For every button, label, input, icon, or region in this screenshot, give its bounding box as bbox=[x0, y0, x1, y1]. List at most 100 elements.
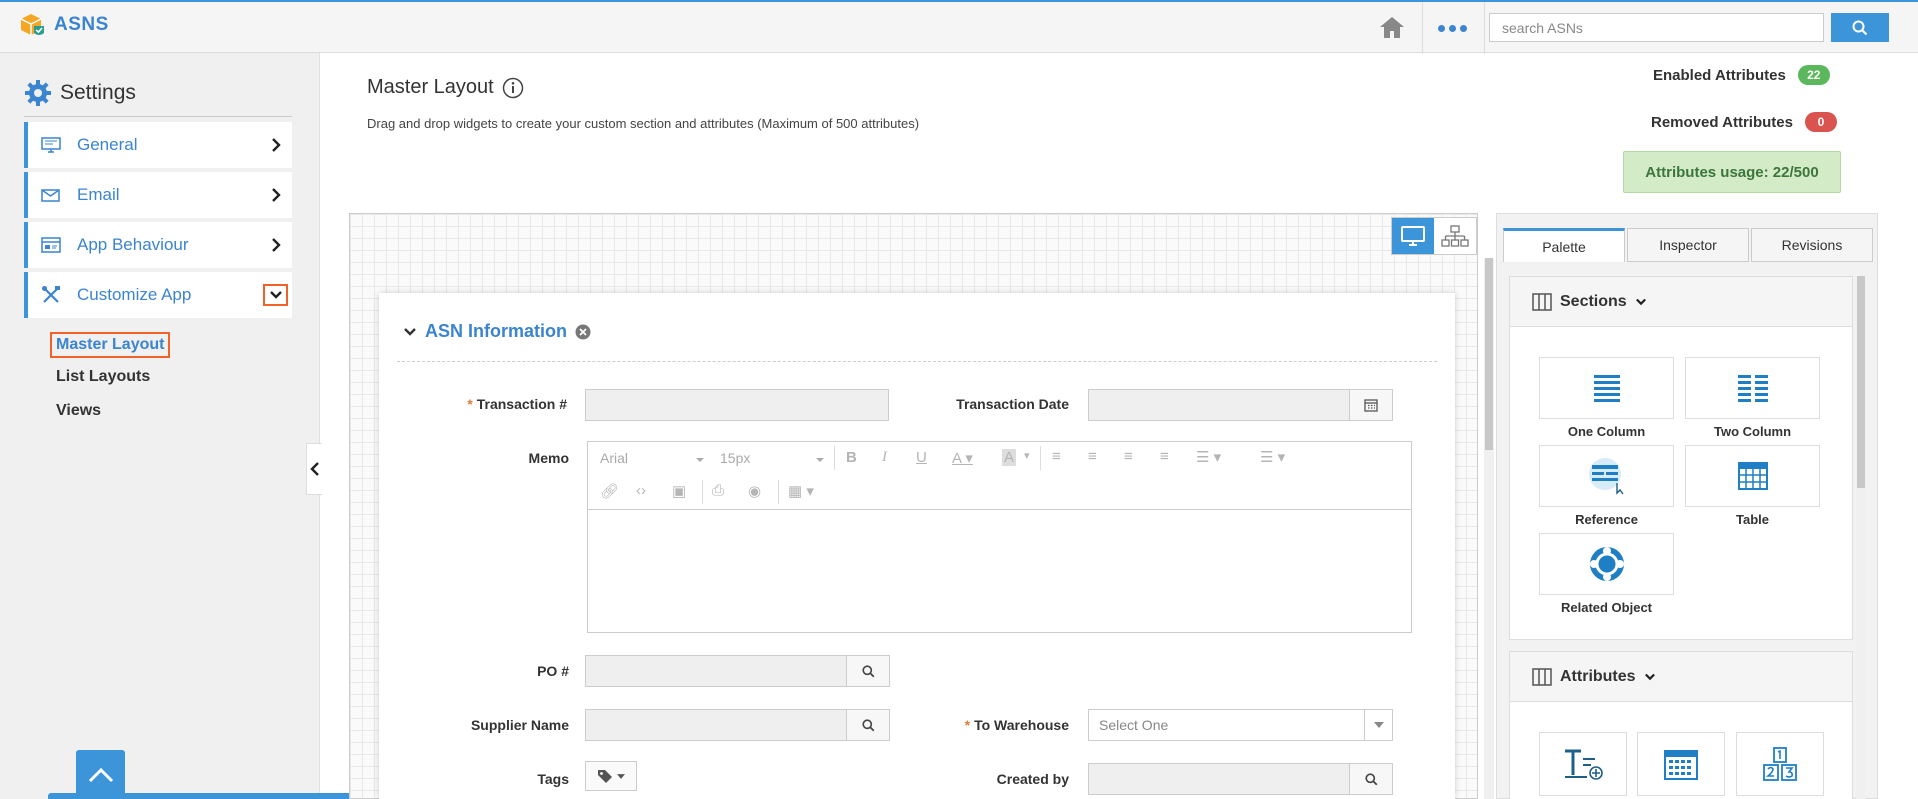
widget-one-column[interactable] bbox=[1539, 357, 1674, 419]
sidebar-item-label: Email bbox=[77, 185, 120, 204]
palette-panel: Palette Inspector Revisions Sections One… bbox=[1496, 213, 1878, 799]
align-justify-icon[interactable]: ≡ bbox=[1160, 448, 1169, 465]
chevron-down-icon[interactable] bbox=[1635, 297, 1647, 307]
widget-label: One Column bbox=[1567, 424, 1646, 439]
field-label-created-by: Created by bbox=[996, 771, 1069, 787]
align-left-icon[interactable]: ≡ bbox=[1052, 448, 1061, 465]
search-button[interactable] bbox=[1831, 13, 1889, 42]
tab-inspector[interactable]: Inspector bbox=[1627, 228, 1749, 262]
memo-rich-text-editor[interactable]: Arial 15px B I U A ▾ A ▾ ≡ ≡ ≡ ≡ ☰ ▾ ☰ ▾… bbox=[587, 441, 1412, 633]
attributes-header[interactable]: Attributes bbox=[1510, 652, 1852, 702]
remove-section-icon[interactable] bbox=[575, 324, 591, 340]
hierarchy-view-button[interactable] bbox=[1434, 218, 1476, 254]
removed-attributes[interactable]: Removed Attributes 0 bbox=[1651, 112, 1837, 132]
bullet-list-icon[interactable]: ☰ ▾ bbox=[1196, 448, 1221, 466]
settings-heading: Settings bbox=[24, 79, 136, 107]
panel-tabs: Palette Inspector Revisions bbox=[1503, 228, 1873, 262]
subitem-master-layout[interactable]: Master Layout bbox=[50, 332, 171, 358]
bold-icon[interactable]: B bbox=[846, 449, 857, 466]
field-label-transaction-date: Transaction Date bbox=[956, 396, 1069, 412]
image-icon[interactable]: ▣ bbox=[672, 482, 686, 500]
expand-toggle[interactable] bbox=[263, 284, 288, 306]
settings-sidebar: Settings General Email App Behaviour Cus… bbox=[0, 53, 320, 799]
date-picker-button[interactable] bbox=[1349, 389, 1393, 421]
widget-two-column[interactable] bbox=[1685, 357, 1820, 419]
italic-icon[interactable]: I bbox=[882, 449, 887, 466]
enabled-count-badge: 22 bbox=[1797, 65, 1830, 85]
number-blocks-icon bbox=[1763, 747, 1797, 781]
chevron-down-icon[interactable] bbox=[403, 326, 417, 338]
numbered-list-icon[interactable]: ☰ ▾ bbox=[1260, 448, 1285, 466]
widget-calendar-field[interactable] bbox=[1637, 732, 1725, 796]
font-size-select[interactable]: 15px bbox=[720, 450, 824, 472]
app-name: ASNS bbox=[54, 14, 109, 35]
brand[interactable]: ASNS bbox=[18, 12, 109, 38]
link-icon[interactable]: 🔗︎ bbox=[600, 482, 619, 500]
gear-icon bbox=[25, 80, 51, 106]
scroll-top-button[interactable] bbox=[76, 750, 125, 799]
created-by-lookup-button[interactable] bbox=[1349, 763, 1393, 795]
align-center-icon[interactable]: ≡ bbox=[1088, 448, 1097, 465]
transaction-date-input[interactable] bbox=[1088, 389, 1350, 421]
subitem-list-layouts[interactable]: List Layouts bbox=[56, 368, 150, 386]
font-color-icon[interactable]: A ▾ bbox=[952, 449, 973, 467]
sidebar-item-email[interactable]: Email bbox=[24, 172, 292, 218]
canvas-scrollbar[interactable] bbox=[1484, 258, 1494, 799]
widget-table[interactable] bbox=[1685, 445, 1820, 507]
table-icon[interactable]: ▦ ▾ bbox=[788, 482, 814, 500]
chevron-right-icon[interactable] bbox=[266, 235, 286, 255]
section-divider bbox=[397, 361, 1437, 362]
transaction-no-input[interactable] bbox=[585, 389, 889, 421]
align-right-icon[interactable]: ≡ bbox=[1124, 448, 1133, 465]
chevron-right-icon[interactable] bbox=[266, 135, 286, 155]
tab-palette[interactable]: Palette bbox=[1503, 228, 1625, 262]
search-input[interactable] bbox=[1489, 13, 1824, 42]
collapse-sidebar-button[interactable] bbox=[306, 443, 322, 495]
supplier-lookup-button[interactable] bbox=[846, 709, 890, 741]
supplier-name-input[interactable] bbox=[585, 709, 847, 741]
caret-down-icon bbox=[1373, 722, 1384, 728]
field-label-po-no: PO # bbox=[537, 663, 569, 679]
sidebar-item-app-behaviour[interactable]: App Behaviour bbox=[24, 222, 292, 268]
tags-dropdown-button[interactable] bbox=[585, 761, 637, 791]
to-warehouse-select[interactable]: Select One bbox=[1088, 709, 1393, 741]
field-label-tags: Tags bbox=[537, 771, 569, 787]
widget-number-field[interactable] bbox=[1736, 732, 1824, 796]
sidebar-item-label: General bbox=[77, 135, 138, 154]
subitem-views[interactable]: Views bbox=[56, 402, 101, 420]
font-family-select[interactable]: Arial bbox=[600, 450, 704, 472]
sidebar-item-customize-app[interactable]: Customize App bbox=[24, 272, 292, 318]
chevron-right-icon[interactable] bbox=[266, 185, 286, 205]
home-icon[interactable] bbox=[1378, 14, 1406, 40]
preview-icon[interactable]: ◉ bbox=[748, 482, 761, 500]
enabled-attributes[interactable]: Enabled Attributes 22 bbox=[1653, 65, 1830, 85]
page-description: Drag and drop widgets to create your cus… bbox=[367, 116, 920, 131]
chevron-down-icon[interactable] bbox=[1644, 672, 1656, 682]
sidebar-item-general[interactable]: General bbox=[24, 122, 292, 168]
desktop-view-button[interactable] bbox=[1392, 218, 1434, 254]
po-no-input[interactable] bbox=[585, 655, 847, 687]
attributes-box: Attributes bbox=[1509, 651, 1853, 799]
widget-label: Related Object bbox=[1560, 600, 1653, 615]
widget-reference[interactable] bbox=[1539, 445, 1674, 507]
palette-scrollbar[interactable] bbox=[1856, 276, 1866, 799]
widget-text-field[interactable] bbox=[1539, 732, 1627, 796]
info-icon[interactable] bbox=[502, 77, 524, 99]
highlight-color-icon[interactable]: A bbox=[1002, 449, 1017, 466]
removed-count-badge: 0 bbox=[1804, 112, 1837, 132]
code-icon[interactable]: ‹› bbox=[636, 482, 646, 499]
print-icon[interactable]: ⎙ bbox=[712, 482, 724, 499]
search-icon bbox=[1852, 20, 1868, 35]
tab-revisions[interactable]: Revisions bbox=[1751, 228, 1873, 262]
to-warehouse-value: Select One bbox=[1099, 717, 1169, 733]
underline-icon[interactable]: U bbox=[916, 449, 927, 466]
related-object-icon bbox=[1589, 547, 1624, 581]
widget-related-object[interactable] bbox=[1539, 533, 1674, 595]
text-field-icon bbox=[1565, 749, 1603, 780]
section-header[interactable]: ASN Information bbox=[403, 321, 591, 342]
sections-box: Sections One Column Two Column Reference bbox=[1509, 276, 1853, 640]
created-by-input[interactable] bbox=[1088, 763, 1350, 795]
more-options-icon[interactable] bbox=[1438, 18, 1468, 38]
po-lookup-button[interactable] bbox=[846, 655, 890, 687]
sections-header[interactable]: Sections bbox=[1510, 277, 1852, 327]
